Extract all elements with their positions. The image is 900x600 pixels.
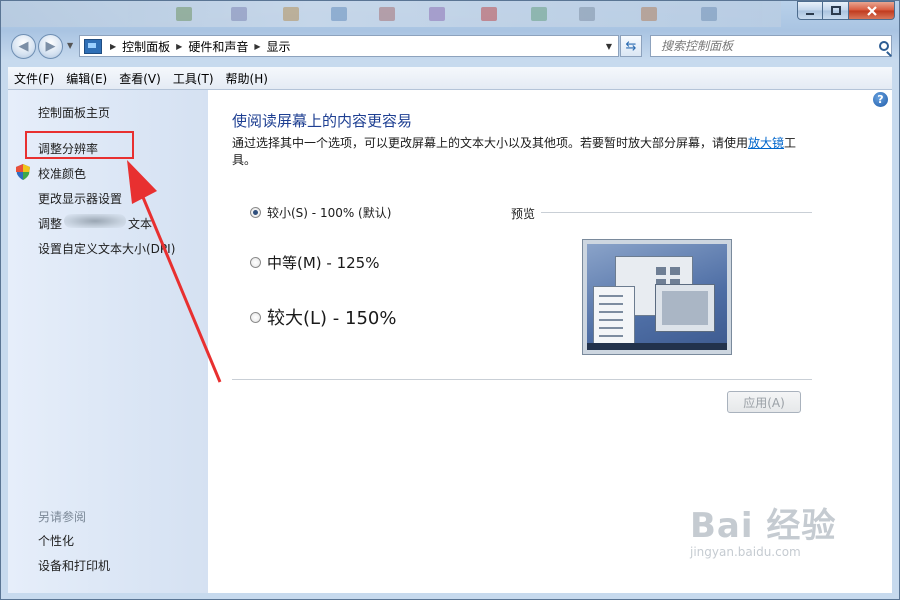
option-larger[interactable]: 较大(L) - 150% — [250, 304, 396, 330]
refresh-icon: ⇆ — [625, 38, 637, 54]
option-medium[interactable]: 中等(M) - 125% — [250, 252, 379, 273]
minimize-button[interactable] — [797, 1, 823, 20]
search-input[interactable] — [659, 36, 875, 56]
radio-medium[interactable] — [250, 257, 261, 268]
breadcrumb-separator-icon[interactable]: ▶ — [110, 42, 116, 51]
back-arrow-icon: ◀ — [18, 39, 29, 54]
title-bar[interactable] — [1, 1, 900, 29]
sidebar-item-adjust-cleartype-end[interactable]: 文本 — [128, 215, 152, 232]
back-button[interactable]: ◀ — [11, 34, 36, 59]
see-also-devices-printers[interactable]: 设备和打印机 — [38, 557, 110, 574]
blurred-text-patch — [64, 214, 126, 228]
sidebar-item-adjust-resolution[interactable]: 调整分辨率 — [38, 140, 98, 157]
search-box[interactable] — [650, 35, 892, 57]
preview-label: 预览 — [511, 205, 542, 222]
option-smaller-label: 较小(S) - 100% (默认) — [267, 206, 392, 220]
refresh-button[interactable]: ⇆ — [620, 35, 642, 57]
menu-bar: 文件(F) 编辑(E) 查看(V) 工具(T) 帮助(H) — [8, 67, 892, 90]
sidebar-item-control-panel-home[interactable]: 控制面板主页 — [38, 104, 110, 121]
option-medium-label: 中等(M) - 125% — [267, 254, 380, 272]
see-also-personalization[interactable]: 个性化 — [38, 532, 74, 549]
radio-larger[interactable] — [250, 311, 261, 323]
preview-divider — [540, 212, 812, 213]
menu-file[interactable]: 文件(F) — [8, 70, 60, 87]
forward-arrow-icon: ▶ — [45, 39, 56, 54]
radio-smaller[interactable] — [250, 207, 261, 218]
menu-tools[interactable]: 工具(T) — [167, 70, 220, 87]
watermark-sub: jingyan.baidu.com — [690, 545, 801, 559]
maximize-icon — [830, 5, 841, 15]
breadcrumb-control-panel[interactable]: 控制面板 — [122, 38, 170, 55]
option-smaller[interactable]: 较小(S) - 100% (默认) — [250, 204, 391, 221]
sidebar-item-calibrate-color[interactable]: 校准颜色 — [38, 165, 86, 182]
description-before: 通过选择其中一个选项，可以更改屏幕上的文本大小以及其他项。若要暂时放大部分屏幕，… — [232, 136, 749, 150]
description-text: 通过选择其中一个选项，可以更改屏幕上的文本大小以及其他项。若要暂时放大部分屏幕，… — [232, 135, 802, 169]
breadcrumb-separator-icon[interactable]: ▶ — [176, 42, 182, 51]
maximize-button[interactable] — [823, 1, 849, 20]
preview-image — [582, 239, 732, 355]
option-larger-label: 较大(L) - 150% — [267, 308, 397, 329]
breadcrumb-separator-icon[interactable]: ▶ — [254, 42, 260, 51]
address-bar[interactable]: ▶ 控制面板 ▶ 硬件和声音 ▶ 显示 ▼ — [79, 35, 619, 57]
menu-help[interactable]: 帮助(H) — [220, 70, 274, 87]
breadcrumb-hardware-sound[interactable]: 硬件和声音 — [188, 38, 248, 55]
recent-pages-dropdown[interactable]: ▼ — [67, 41, 73, 50]
search-icon[interactable] — [879, 41, 889, 51]
background-taskbar-strip — [1, 1, 781, 27]
help-icon[interactable]: ? — [873, 92, 888, 107]
minimize-icon — [806, 12, 814, 15]
control-panel-icon — [84, 38, 102, 54]
navigation-bar: ◀ ▶ ▼ ▶ 控制面板 ▶ 硬件和声音 ▶ 显示 ▼ ⇆ — [1, 31, 899, 63]
address-dropdown-icon[interactable]: ▼ — [606, 42, 612, 51]
close-button[interactable] — [849, 1, 895, 20]
apply-button[interactable]: 应用(A) — [727, 391, 801, 413]
sidebar-item-adjust-cleartype-start[interactable]: 调整 — [38, 215, 62, 232]
forward-button[interactable]: ▶ — [38, 34, 63, 59]
see-also-title: 另请参阅 — [38, 510, 87, 524]
menu-edit[interactable]: 编辑(E) — [60, 70, 113, 87]
sidebar-item-custom-dpi[interactable]: 设置自定义文本大小(DPI) — [38, 240, 175, 257]
page-title: 使阅读屏幕上的内容更容易 — [232, 112, 413, 130]
menu-view[interactable]: 查看(V) — [113, 70, 167, 87]
baidu-watermark: Bai 经验 jingyan.baidu.com — [690, 498, 836, 559]
magnifier-link[interactable]: 放大镜 — [748, 136, 784, 150]
breadcrumb-display[interactable]: 显示 — [267, 38, 291, 55]
sidebar-item-change-display-settings[interactable]: 更改显示器设置 — [38, 190, 122, 207]
section-divider — [232, 379, 812, 380]
shield-icon — [16, 164, 30, 180]
watermark-main: Bai 经验 — [690, 506, 837, 546]
task-pane: 控制面板主页 调整分辨率 校准颜色 更改显示器设置 调整 文本 设置自定义文本大… — [8, 90, 208, 593]
close-icon — [866, 5, 877, 16]
